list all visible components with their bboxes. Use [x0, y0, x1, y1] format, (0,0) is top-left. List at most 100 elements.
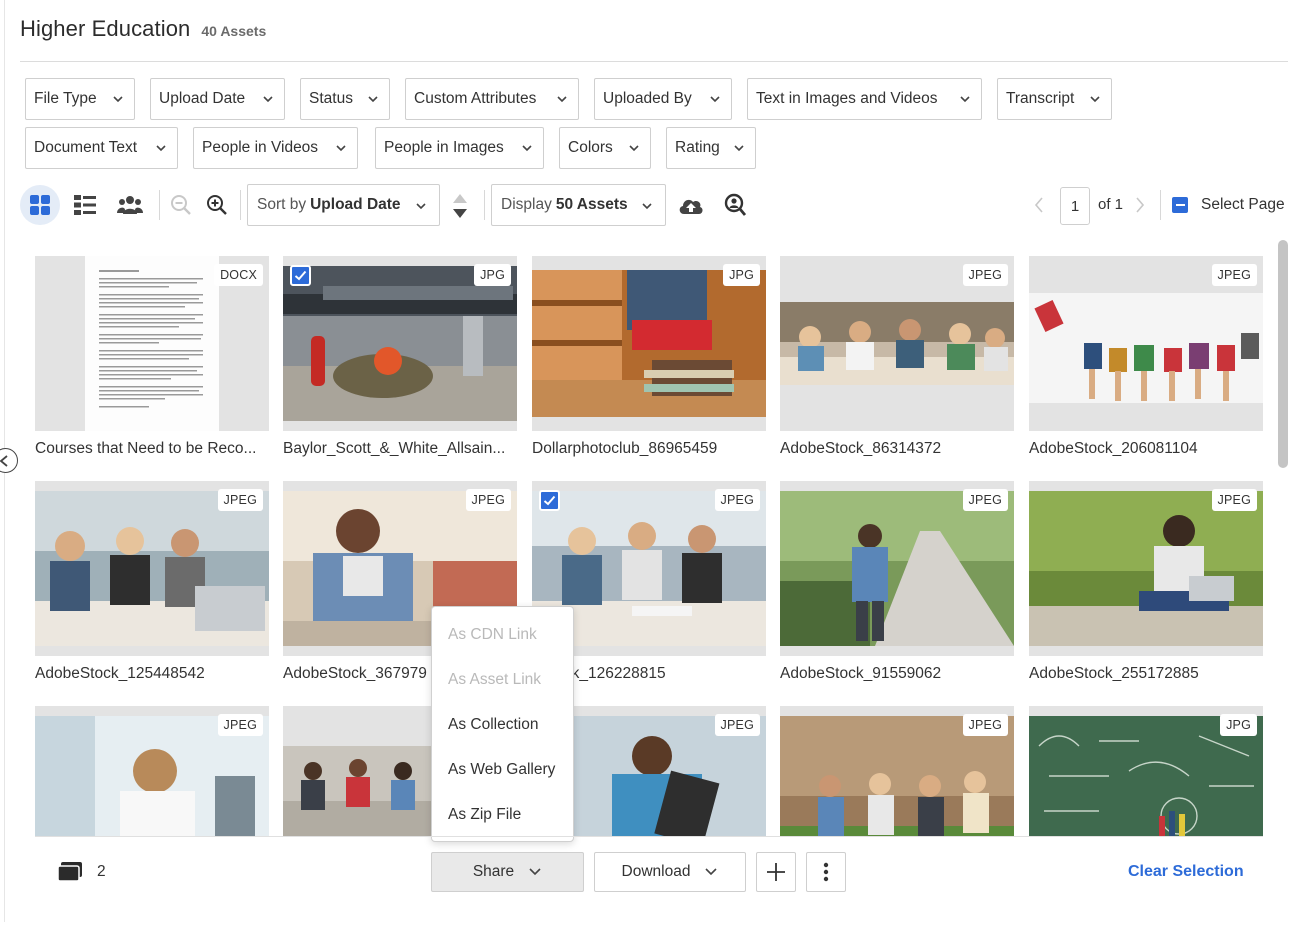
asset-thumbnail[interactable]: JPEG — [780, 256, 1014, 431]
selected-assets-icon — [57, 862, 82, 882]
asset-card[interactable]: JPEG — [780, 706, 1014, 836]
next-page-button[interactable] — [1133, 196, 1147, 214]
sort-order-button[interactable] — [450, 191, 470, 221]
filter-document-text[interactable]: Document Text — [25, 127, 178, 169]
asset-thumbnail[interactable]: JPEG — [1029, 256, 1263, 431]
asset-thumbnail[interactable]: JPEG — [780, 706, 1014, 836]
prev-page-icon — [1034, 197, 1043, 213]
asset-select-checkbox[interactable] — [290, 265, 311, 286]
add-to-button[interactable] — [756, 852, 796, 892]
download-button[interactable]: Download — [594, 852, 746, 892]
sort-select[interactable]: Sort by Upload Date — [247, 184, 440, 226]
chevron-down-icon — [629, 145, 639, 152]
asset-card[interactable]: JPEG — [35, 706, 269, 836]
search-person-icon — [724, 193, 747, 216]
asset-select-checkbox[interactable] — [539, 490, 560, 511]
people-view-button[interactable] — [116, 193, 144, 217]
upload-button[interactable] — [677, 193, 705, 217]
filter-label: Uploaded By — [603, 90, 692, 107]
chevron-down-icon — [642, 203, 652, 210]
share-as-asset-link[interactable]: As Asset Link — [448, 671, 541, 689]
photo-books-raised — [1029, 293, 1263, 403]
filter-label: Text in Images and Videos — [756, 90, 938, 107]
asset-card[interactable]: DOCX Courses that Need to be Reco... — [35, 256, 269, 458]
file-type-badge: JPG — [723, 264, 760, 286]
asset-thumbnail[interactable]: DOCX — [35, 256, 269, 431]
display-count-select[interactable]: Display 50 Assets — [491, 184, 666, 226]
filter-file-type[interactable]: File Type — [25, 78, 135, 120]
asset-thumbnail[interactable]: JPEG — [35, 706, 269, 836]
clear-selection-link[interactable]: Clear Selection — [1128, 863, 1244, 881]
upload-cloud-icon — [679, 199, 703, 214]
asset-thumbnail[interactable]: JPG — [283, 256, 517, 431]
filter-people-in-videos[interactable]: People in Videos — [193, 127, 358, 169]
page-number-input[interactable]: 1 — [1060, 187, 1090, 225]
asset-card[interactable]: JPEG AdobeStock_206081104 — [1029, 256, 1263, 458]
asset-card[interactable]: JPEG AdobeStock_86314372 — [780, 256, 1014, 458]
prev-page-button[interactable] — [1032, 196, 1046, 214]
filter-uploaded-by[interactable]: Uploaded By — [594, 78, 732, 120]
filter-rating[interactable]: Rating — [666, 127, 756, 169]
share-as-web-gallery[interactable]: As Web Gallery — [448, 761, 555, 779]
asset-card[interactable]: JPEG AdobeStock_125448542 — [35, 481, 269, 683]
asset-thumbnail[interactable]: JPEG — [780, 481, 1014, 656]
selection-action-bar: 2 Share Download Clear Selection — [0, 837, 1302, 930]
grid-view-icon — [30, 195, 50, 215]
filter-colors[interactable]: Colors — [559, 127, 651, 169]
filter-custom-attributes[interactable]: Custom Attributes — [405, 78, 579, 120]
toolbar-separator — [1160, 190, 1161, 220]
filter-label: Custom Attributes — [414, 90, 537, 107]
chevron-down-icon — [529, 868, 541, 876]
asset-card[interactable]: JPG Dollarphotoclub_86965459 — [532, 256, 766, 458]
filter-upload-date[interactable]: Upload Date — [150, 78, 285, 120]
share-button[interactable]: Share — [431, 852, 584, 892]
file-type-badge: JPEG — [714, 489, 760, 511]
chevron-down-icon — [960, 96, 970, 103]
asset-name[interactable]: AdobeStock_206081104 — [1029, 440, 1263, 458]
partial-select-checkbox[interactable] — [1172, 197, 1188, 213]
filter-label: File Type — [34, 90, 97, 107]
asset-name[interactable]: AdobeStock_125448542 — [35, 665, 269, 683]
grid-scrollbar-thumb[interactable] — [1278, 240, 1288, 468]
list-view-button[interactable] — [72, 193, 98, 217]
zoom-in-icon — [207, 195, 227, 215]
chevron-down-icon — [113, 96, 123, 103]
share-as-cdn-link[interactable]: As CDN Link — [448, 626, 537, 644]
asset-thumbnail[interactable]: JPG — [532, 256, 766, 431]
zoom-in-button[interactable] — [205, 193, 229, 217]
asset-name[interactable]: AdobeStock_91559062 — [780, 665, 1014, 683]
asset-thumbnail[interactable]: JPEG — [1029, 481, 1263, 656]
file-type-badge: JPG — [474, 264, 511, 286]
grid-view-button[interactable] — [20, 185, 60, 225]
share-as-collection[interactable]: As Collection — [448, 716, 538, 734]
asset-card[interactable]: JPG Baylor_Scott_&_White_Allsain... — [283, 256, 517, 458]
asset-name[interactable]: Courses that Need to be Reco... — [35, 440, 269, 458]
filter-label: Colors — [568, 139, 613, 156]
asset-card[interactable]: JPEG AdobeStock_91559062 — [780, 481, 1014, 683]
filter-status[interactable]: Status — [300, 78, 390, 120]
download-label: Download — [621, 863, 691, 880]
filter-label: Rating — [675, 139, 720, 156]
face-search-button[interactable] — [722, 192, 748, 218]
asset-card[interactable]: JPEG AdobeStock_255172885 — [1029, 481, 1263, 683]
more-actions-button[interactable] — [806, 852, 846, 892]
asset-thumbnail[interactable]: JPG — [1029, 706, 1263, 836]
select-page-toggle[interactable]: Select Page — [1172, 196, 1285, 214]
filter-people-in-images[interactable]: People in Images — [375, 127, 544, 169]
asset-thumbnail[interactable]: JPEG — [35, 481, 269, 656]
asset-name[interactable]: AdobeStock_255172885 — [1029, 665, 1263, 683]
asset-name[interactable]: AdobeStock_86314372 — [780, 440, 1014, 458]
asset-name[interactable]: Dollarphotoclub_86965459 — [532, 440, 766, 458]
share-as-zip-file[interactable]: As Zip File — [448, 806, 521, 824]
filter-text-in-images-videos[interactable]: Text in Images and Videos — [747, 78, 982, 120]
share-label: Share — [472, 863, 515, 880]
asset-name[interactable]: Baylor_Scott_&_White_Allsain... — [283, 440, 517, 458]
chevron-down-icon — [1090, 96, 1100, 103]
asset-card[interactable]: JPG — [1029, 706, 1263, 836]
photo-walking-student — [780, 491, 1014, 646]
people-icon — [117, 196, 143, 214]
photo-worker-pipes — [283, 266, 517, 421]
filter-transcript[interactable]: Transcript — [997, 78, 1112, 120]
file-type-badge: JPEG — [714, 714, 760, 736]
zoom-out-button[interactable] — [169, 193, 193, 217]
